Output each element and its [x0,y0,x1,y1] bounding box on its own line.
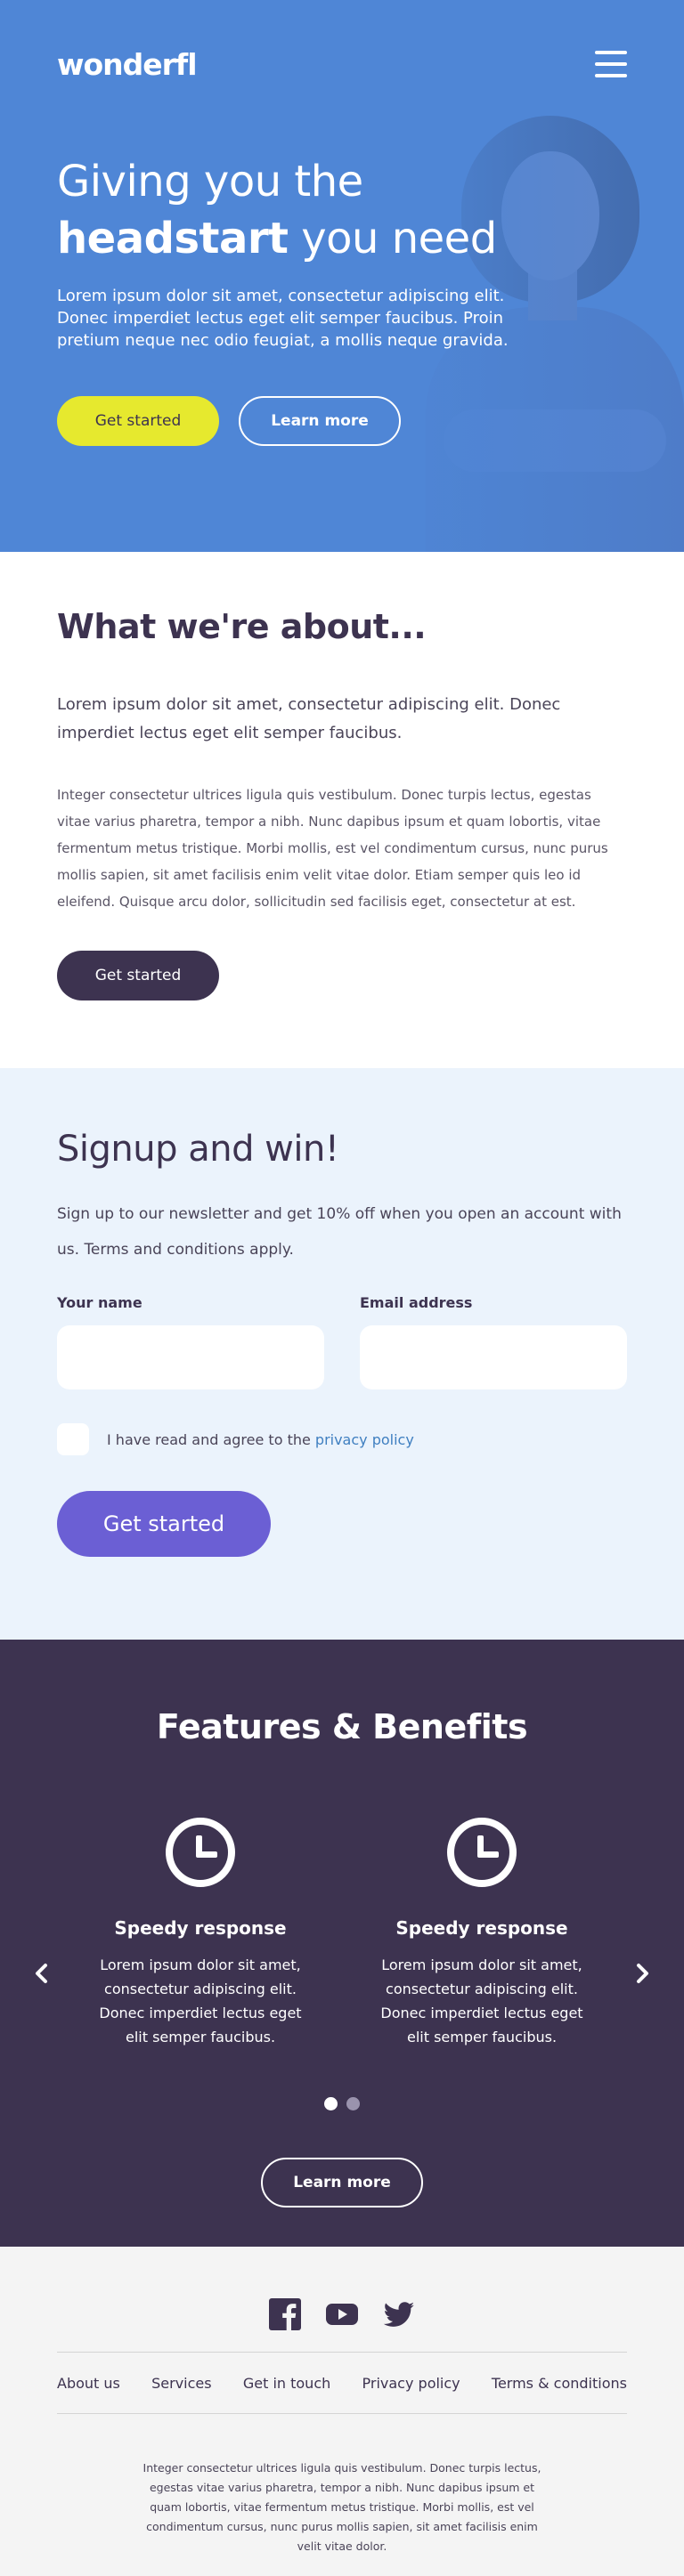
logo[interactable]: wonderfl [57,47,198,82]
feature-card: Speedy response Lorem ipsum dolor sit am… [348,1818,615,2049]
hero-learn-more-button[interactable]: Learn more [239,396,401,446]
hero-get-started-button[interactable]: Get started [57,396,219,446]
social-links [0,2297,684,2332]
about-get-started-button[interactable]: Get started [57,951,219,1000]
carousel-prev-arrow-icon[interactable] [28,1960,55,1987]
about-title: What we're about... [57,607,427,646]
privacy-policy-link[interactable]: privacy policy [315,1431,414,1448]
carousel-dot[interactable] [346,2097,360,2110]
features-section: Features & Benefits Speedy response Lore… [0,1640,684,2247]
email-label: Email address [360,1294,473,1311]
youtube-icon[interactable] [326,2298,358,2330]
consent-row: I have read and agree to the privacy pol… [57,1423,627,1455]
footer-link-terms[interactable]: Terms & conditions [492,2375,627,2392]
signup-section: Signup and win! Sign up to our newslette… [0,1068,684,1640]
feature-description: Lorem ipsum dolor sit amet, consectetur … [380,1956,583,2045]
signup-title: Signup and win! [57,1129,339,1170]
footer-text: Integer consectetur ultrices ligula quis… [142,2461,542,2553]
feature-name: Speedy response [395,1917,568,1939]
facebook-icon[interactable] [269,2298,301,2330]
name-field-group: Your name [57,1294,324,1389]
top-bar: wonderfl [57,45,627,84]
carousel-next-arrow-icon[interactable] [629,1960,656,1987]
about-body: Integer consectetur ultrices ligula quis… [57,787,608,910]
footer-link-about-us[interactable]: About us [57,2375,120,2392]
email-input[interactable] [360,1325,627,1389]
hero-title-bold: headstart [57,214,289,263]
features-title: Features & Benefits [156,1707,528,1746]
hero-content: Giving you the headstart you need Lorem … [57,153,556,446]
signup-text: Sign up to our newsletter and get 10% of… [57,1205,622,1259]
feature-name: Speedy response [114,1917,287,1939]
hero-section: wonderfl Giving you the headstart you ne… [0,0,684,552]
consent-checkbox[interactable] [57,1423,89,1455]
name-label: Your name [57,1294,142,1311]
hero-title-line1: Giving you the [57,157,363,207]
footer: About us Services Get in touch Privacy p… [0,2247,684,2576]
twitter-icon[interactable] [383,2298,415,2330]
name-input[interactable] [57,1325,324,1389]
hero-lead: Lorem ipsum dolor sit amet, consectetur … [57,287,509,350]
email-field-group: Email address [360,1294,627,1389]
about-lead: Lorem ipsum dolor sit amet, consectetur … [57,695,561,742]
feature-description: Lorem ipsum dolor sit amet, consectetur … [99,1956,302,2045]
features-learn-more-button[interactable]: Learn more [261,2158,423,2207]
footer-link-privacy-policy[interactable]: Privacy policy [362,2375,460,2392]
signup-fields: Your name Email address [57,1294,627,1389]
consent-label: I have read and agree to the [107,1430,315,1448]
about-section: What we're about... Lorem ipsum dolor si… [0,552,684,1068]
footer-link-get-in-touch[interactable]: Get in touch [243,2375,330,2392]
carousel-dots [0,2097,684,2110]
signup-get-started-button[interactable]: Get started [57,1491,271,1557]
hamburger-menu-icon[interactable] [595,51,627,77]
consent-text: I have read and agree to the privacy pol… [107,1431,414,1448]
clock-icon [166,1818,235,1887]
footer-link-services[interactable]: Services [151,2375,211,2392]
footer-nav: About us Services Get in touch Privacy p… [57,2352,627,2414]
hero-buttons: Get started Learn more [57,396,556,446]
feature-card: Speedy response Lorem ipsum dolor sit am… [67,1818,334,2049]
hero-title: Giving you the headstart you need [57,153,556,267]
carousel-dot-active[interactable] [324,2097,338,2110]
hero-title-rest: you need [288,214,497,263]
clock-icon [447,1818,517,1887]
